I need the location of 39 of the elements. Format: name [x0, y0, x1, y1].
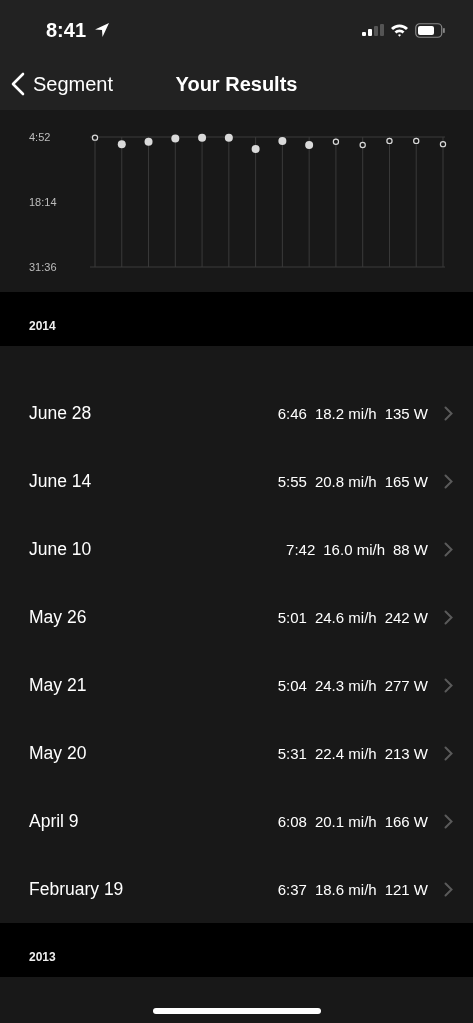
result-time: 6:08	[277, 812, 307, 830]
result-date: June 10	[29, 538, 93, 560]
result-time: 7:42	[286, 540, 316, 558]
result-power: 165 W	[384, 472, 428, 490]
result-speed: 22.4 mi/h	[314, 744, 377, 762]
result-time: 6:46	[277, 404, 307, 422]
year-label: 2014	[29, 318, 56, 333]
result-power: 121 W	[384, 880, 428, 898]
result-speed: 24.6 mi/h	[314, 608, 377, 626]
result-date: May 21	[29, 674, 88, 696]
result-time: 5:01	[277, 608, 307, 626]
result-power: 277 W	[384, 676, 428, 694]
result-power: 88 W	[393, 540, 428, 558]
y-axis-label: 4:52	[29, 131, 51, 143]
result-speed: 16.0 mi/h	[323, 540, 385, 558]
result-speed: 18.6 mi/h	[314, 880, 377, 898]
result-date: May 20	[29, 742, 88, 764]
result-power: 166 W	[384, 812, 428, 830]
screen-title: Your Results	[175, 72, 298, 96]
result-date: April 9	[29, 810, 80, 832]
result-time: 5:04	[277, 676, 307, 694]
result-time: 5:31	[277, 744, 307, 762]
result-power: 213 W	[384, 744, 428, 762]
result-date: May 26	[29, 606, 88, 628]
status-time: 8:41	[46, 18, 87, 42]
year-label: 2013	[29, 949, 56, 964]
result-speed: 18.2 mi/h	[314, 404, 377, 422]
result-time: 5:55	[277, 472, 307, 490]
result-date: June 28	[29, 402, 93, 424]
result-speed: 24.3 mi/h	[314, 676, 377, 694]
result-power: 135 W	[384, 404, 428, 422]
result-speed: 20.8 mi/h	[314, 472, 377, 490]
result-power: 242 W	[384, 608, 428, 626]
result-date: February 19	[29, 878, 125, 900]
result-speed: 20.1 mi/h	[314, 812, 377, 830]
result-time: 6:37	[277, 880, 307, 898]
y-axis-label: 18:14	[29, 196, 57, 208]
result-date: June 14	[29, 470, 93, 492]
y-axis-label: 31:36	[29, 261, 57, 273]
